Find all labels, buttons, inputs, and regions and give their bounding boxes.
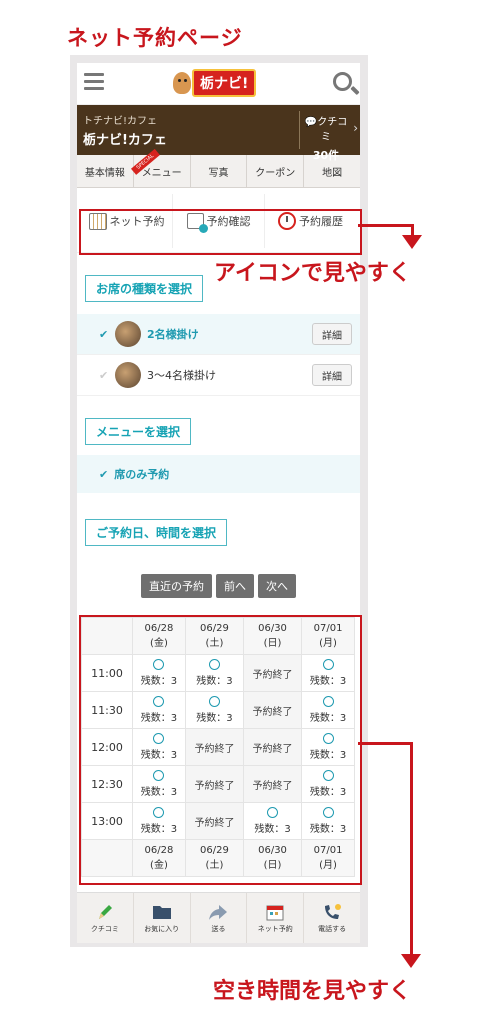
bottom-nav-call[interactable]: 電話する [304,893,360,943]
page-heading: ネット予約ページ [67,26,243,50]
app-header: 栃ナビ! [77,63,360,105]
arrow-down-icon [401,954,421,968]
share-arrow-icon [209,904,228,920]
calendar-icon [266,905,284,920]
shop-subtitle: トチナビ!カフェ [83,116,158,127]
seat-section-title: お席の種類を選択 [85,275,204,302]
next-button[interactable]: 次へ [258,574,296,598]
menu-section-title: メニューを選択 [85,418,192,445]
tab-map[interactable]: 地図 [304,155,360,187]
tab-coupon[interactable]: クーポン [247,155,305,187]
menu-option-label: 席のみ予約 [114,468,170,481]
search-icon[interactable] [333,72,352,91]
phone-icon [325,903,342,919]
seat-thumbnail [115,321,141,347]
review-link[interactable]: 💬クチコミ 30件 [299,111,352,162]
dog-mascot-icon [173,72,191,94]
arrow-down-icon [402,235,422,249]
logo-text: 栃ナビ! [192,69,257,97]
bottom-nav-review[interactable]: クチコミ [77,893,134,943]
icons-annotation: アイコンで見やすく [214,261,411,286]
check-icon: ✔ [99,368,109,382]
tab-photos[interactable]: 写真 [191,155,248,187]
shop-name: 栃ナビ!カフェ [83,133,167,148]
seat-thumbnail [115,362,141,388]
seat-option-3-4[interactable]: ✔ 3～4名様掛け 詳細 [77,355,360,396]
tab-basic-info[interactable]: 基本情報 [77,155,134,187]
icons-callout-line [358,224,414,227]
menu-icon[interactable] [84,73,104,94]
check-icon: ✔ [99,327,109,341]
seat-option-label: 2名様掛け [147,328,199,341]
tab-menu[interactable]: SPECIAL メニュー [130,149,191,187]
check-icon: ✔ [99,467,109,481]
seat-option-label: 3～4名様掛け [147,369,216,382]
folder-icon [152,905,171,919]
schedule-callout-line [358,742,413,745]
seat-option-2[interactable]: ✔ 2名様掛け 詳細 [77,314,360,355]
review-label: クチコミ [317,117,348,143]
shop-bar: トチナビ!カフェ 栃ナビ!カフェ 💬クチコミ 30件 › [77,105,360,162]
date-navigation: 直近の予約 前へ 次へ [77,574,360,598]
schedule-highlight-box [79,615,362,885]
site-logo[interactable]: 栃ナビ! [173,69,257,97]
chat-bubble-icon: 💬 [304,117,318,128]
shop-tabs: 基本情報 SPECIAL メニュー 写真 クーポン 地図 [77,149,360,188]
prev-button[interactable]: 前へ [216,574,254,598]
icons-highlight-box [79,209,362,255]
seat-detail-button[interactable]: 詳細 [312,323,352,345]
bottom-nav-reserve[interactable]: ネット予約 [247,893,305,943]
date-section-title: ご予約日、時間を選択 [85,519,228,546]
schedule-annotation: 空き時間を見やすく [213,979,412,1004]
recent-reserve-button[interactable]: 直近の予約 [141,574,212,598]
pencil-icon [98,904,112,919]
menu-option-seat-only[interactable]: ✔ 席のみ予約 [77,455,360,493]
bottom-nav-favorite[interactable]: お気に入り [134,893,191,943]
seat-detail-button[interactable]: 詳細 [312,364,352,386]
bottom-nav-send[interactable]: 送る [191,893,248,943]
bottom-nav: クチコミ お気に入り 送る ネット予約 電話する [77,892,360,943]
schedule-callout-line [410,742,413,956]
chevron-right-icon: › [353,121,358,135]
